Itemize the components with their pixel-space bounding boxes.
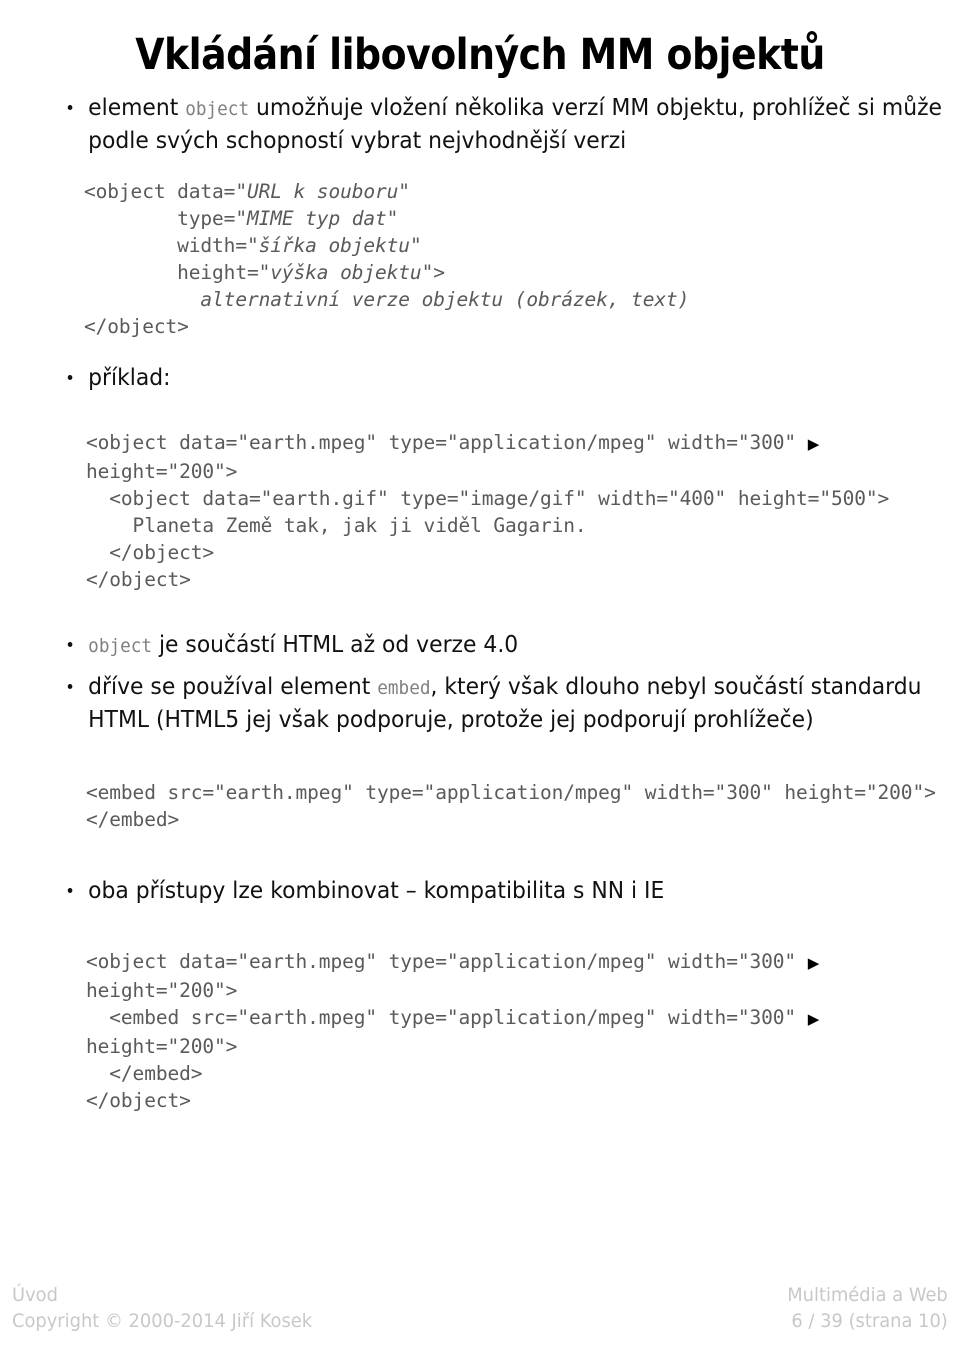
code-block-embed: <embed src="earth.mpeg" type="applicatio… <box>86 779 936 833</box>
code-line: height=" <box>84 261 271 284</box>
code-line: " <box>398 180 410 203</box>
page-title: Vkládání libovolných MM objektů <box>135 29 825 80</box>
line-wrap-marker-icon: ▶ <box>807 954 820 972</box>
code-placeholder: MIME typ dat <box>246 207 387 230</box>
code-line: type=" <box>84 207 247 230</box>
code-placeholder: výška objektu <box>270 261 422 284</box>
bullet-dot-icon <box>67 105 73 110</box>
inline-code-object: object <box>185 98 250 120</box>
footer-section-label: Úvod <box>12 1284 58 1306</box>
code-placeholder: URL k souboru <box>246 180 399 203</box>
inline-code-embed: embed <box>377 677 431 699</box>
code-line: </object> <box>86 1089 191 1112</box>
list-item: dříve se používal element embed, který v… <box>64 671 948 735</box>
list-item: příklad: <box>64 362 948 393</box>
footer-page-number: 6 / 39 (strana 10) <box>791 1310 948 1332</box>
page-footer: Úvod Copyright © 2000-2014 Jiří Kosek Mu… <box>0 1270 960 1348</box>
code-line: </object> <box>86 541 215 564</box>
code-line: height="200"> <box>86 460 238 483</box>
footer-course-title: Multimédia a Web <box>787 1284 948 1306</box>
bullet-dot-icon <box>67 375 73 380</box>
slide-content: element object umožňuje vložení několika… <box>64 92 942 1114</box>
code-line: <object data="earth.mpeg" type="applicat… <box>86 950 808 973</box>
footer-right: Multimédia a Web 6 / 39 (strana 10) <box>787 1282 948 1334</box>
list-item: element object umožňuje vložení několika… <box>64 92 948 156</box>
inline-code-object: object <box>88 635 153 657</box>
code-line: </object> <box>84 315 189 338</box>
bullet-text-3: je součástí HTML až od verze 4.0 <box>152 630 519 658</box>
bullet-dot-icon <box>67 684 73 689</box>
code-line: <embed src="earth.mpeg" type="applicatio… <box>86 781 936 804</box>
bullet-dot-icon <box>67 888 73 893</box>
code-line: <object data="earth.gif" type="image/gif… <box>86 487 890 510</box>
code-line: Planeta Země tak, jak ji viděl Gagarin. <box>86 514 587 537</box>
line-wrap-marker-icon: ▶ <box>807 1010 820 1028</box>
footer-copyright: Copyright © 2000-2014 Jiří Kosek <box>12 1310 313 1332</box>
footer-left: Úvod Copyright © 2000-2014 Jiří Kosek <box>12 1282 312 1334</box>
bullet-dot-icon <box>67 642 73 647</box>
slide: Vkládání libovolných MM objektů element … <box>0 0 960 1348</box>
code-line: <object data="earth.mpeg" type="applicat… <box>86 431 808 454</box>
line-wrap-marker-icon: ▶ <box>807 435 820 453</box>
bullet-text-2: příklad: <box>88 363 171 391</box>
code-line: </embed> <box>86 1062 203 1085</box>
code-line: <embed src="earth.mpeg" type="applicatio… <box>86 1006 808 1029</box>
code-line: height="200"> <box>86 979 238 1002</box>
code-line: </embed> <box>86 808 180 831</box>
code-line: " <box>386 207 399 230</box>
list-item: object je součástí HTML až od verze 4.0 <box>64 629 948 662</box>
code-line: width=" <box>84 234 259 257</box>
code-line: height="200"> <box>86 1035 238 1058</box>
bullet-text-5: oba přístupy lze kombinovat – kompatibil… <box>88 876 665 904</box>
code-placeholder: šířka objektu <box>258 234 410 257</box>
code-block-combined: <object data="earth.mpeg" type="applicat… <box>86 948 924 1114</box>
bullet-text-1-prefix: element <box>88 93 186 121</box>
code-line: </object> <box>86 568 191 591</box>
code-placeholder: alternativní verze objektu (obrázek, tex… <box>200 288 690 311</box>
code-line: " <box>409 234 422 257</box>
code-block-object-syntax: <object data="URL k souboru" type="MIME … <box>84 178 924 340</box>
code-line: <object data=" <box>84 180 247 203</box>
code-line: "> <box>421 261 445 284</box>
bullet-text-4-prefix: dříve se používal element <box>88 672 378 700</box>
list-item: oba přístupy lze kombinovat – kompatibil… <box>64 875 948 906</box>
code-block-example: <object data="earth.mpeg" type="applicat… <box>86 429 924 593</box>
